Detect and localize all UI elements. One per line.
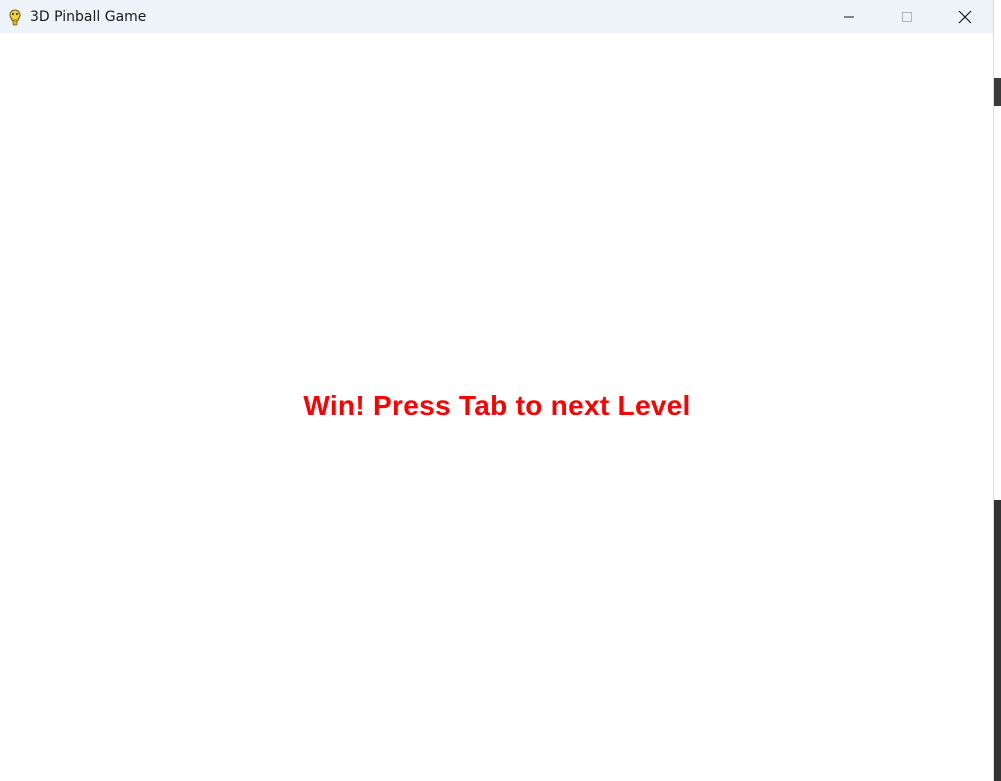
window-title: 3D Pinball Game <box>30 8 147 25</box>
maximize-icon <box>901 11 913 23</box>
maximize-button[interactable] <box>878 0 936 33</box>
pygame-snake-icon <box>6 8 24 26</box>
close-icon <box>958 10 972 24</box>
background-window-fragment <box>994 500 1001 781</box>
win-message: Win! Press Tab to next Level <box>303 390 691 421</box>
close-button[interactable] <box>936 0 993 33</box>
game-canvas[interactable]: Win! Press Tab to next Level <box>0 33 993 781</box>
minimize-button[interactable] <box>820 0 878 33</box>
minimize-icon <box>843 11 855 23</box>
title-bar[interactable]: 3D Pinball Game <box>0 0 993 33</box>
game-window: 3D Pinball Game Win! Press Tab to next L… <box>0 0 994 781</box>
background-edge <box>994 0 1001 781</box>
window-controls <box>820 0 993 33</box>
background-window-fragment <box>994 78 1001 106</box>
